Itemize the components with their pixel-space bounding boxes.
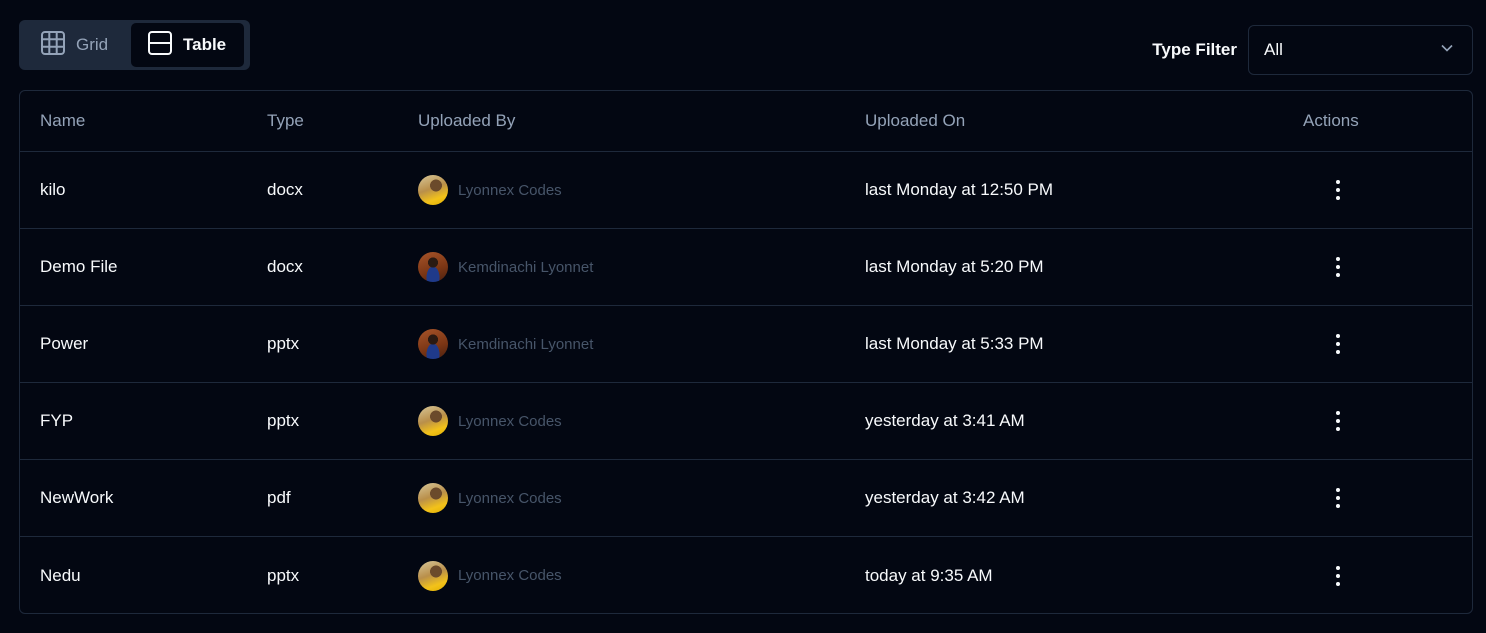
avatar [418,560,448,591]
header-uploaded-by: Uploaded By [418,111,516,130]
type-filter-label: Type Filter [1152,40,1237,59]
table-row: Nedu pptx Lyonnex Codes today at 9:35 AM [20,537,1472,613]
uploader-name: Kemdinachi Lyonnet [458,335,594,353]
view-toggle: Grid Table [19,20,250,70]
table-row: FYP pptx Lyonnex Codes yesterday at 3:41… [20,383,1472,460]
header-name: Name [40,111,86,130]
actions-cell [1303,152,1353,228]
actions-cell [1303,460,1353,536]
grid-view-label: Grid [76,35,109,54]
uploaded-by: Kemdinachi Lyonnet [418,306,593,382]
uploaded-by: Lyonnex Codes [418,537,562,613]
file-name: Power [40,334,89,353]
file-type: docx [267,180,303,199]
chevron-down-icon [1440,40,1454,60]
uploaded-by: Lyonnex Codes [418,152,562,228]
avatar [418,252,448,282]
actions-cell [1303,306,1353,382]
uploader-name: Kemdinachi Lyonnet [458,258,594,276]
uploaded-by: Lyonnex Codes [418,383,562,459]
actions-cell [1303,383,1353,459]
type-filter-select[interactable]: All [1248,25,1473,75]
uploaded-on: last Monday at 5:20 PM [865,257,1044,276]
file-name: Demo File [40,257,118,276]
uploader-name: Lyonnex Codes [458,489,562,507]
file-name: NewWork [40,488,114,507]
header-type: Type [267,111,304,130]
uploaded-on: yesterday at 3:42 AM [865,488,1025,507]
header-uploaded-on: Uploaded On [865,111,966,130]
header-actions: Actions [1303,111,1359,130]
more-actions-icon[interactable] [1323,483,1353,513]
table-header-row: Name Type Uploaded By Uploaded On Action… [20,91,1472,152]
table-row: NewWork pdf Lyonnex Codes yesterday at 3… [20,460,1472,537]
actions-cell [1303,537,1353,613]
uploaded-on: last Monday at 12:50 PM [865,180,1054,199]
toolbar: Grid Table Type Filter All [19,20,1473,75]
more-actions-icon[interactable] [1323,175,1353,205]
type-filter: Type Filter All [1152,25,1473,75]
table-row: Power pptx Kemdinachi Lyonnet last Monda… [20,306,1472,383]
uploaded-on: today at 9:35 AM [865,565,993,585]
avatar [418,329,448,359]
uploader-name: Lyonnex Codes [458,412,562,430]
more-actions-icon[interactable] [1323,329,1353,359]
avatar [418,483,448,513]
type-filter-value: All [1264,40,1283,59]
table-view-label: Table [183,35,227,54]
file-type: pdf [267,488,291,507]
more-actions-icon[interactable] [1323,252,1353,282]
file-type: pptx [267,334,300,353]
file-type: pptx [267,411,300,430]
uploaded-by: Kemdinachi Lyonnet [418,229,593,305]
more-actions-icon[interactable] [1323,406,1353,436]
uploader-name: Lyonnex Codes [458,181,562,199]
table-row: Demo File docx Kemdinachi Lyonnet last M… [20,229,1472,306]
uploader-name: Lyonnex Codes [458,567,562,584]
avatar [418,175,448,205]
file-name: kilo [40,180,66,199]
table-row: kilo docx Lyonnex Codes last Monday at 1… [20,152,1472,229]
file-type: docx [267,257,303,276]
table-icon [147,30,173,61]
uploaded-on: yesterday at 3:41 AM [865,411,1025,430]
uploaded-by: Lyonnex Codes [418,460,562,536]
more-actions-icon[interactable] [1323,561,1353,591]
table-view-button[interactable]: Table [131,23,244,67]
file-type: pptx [267,565,300,585]
file-name: FYP [40,411,74,430]
uploaded-on: last Monday at 5:33 PM [865,334,1044,353]
file-name: Nedu [40,565,81,585]
actions-cell [1303,229,1353,305]
grid-view-button[interactable]: Grid [22,23,131,67]
files-table: Name Type Uploaded By Uploaded On Action… [19,90,1473,614]
avatar [418,406,448,436]
grid-icon [40,30,66,61]
